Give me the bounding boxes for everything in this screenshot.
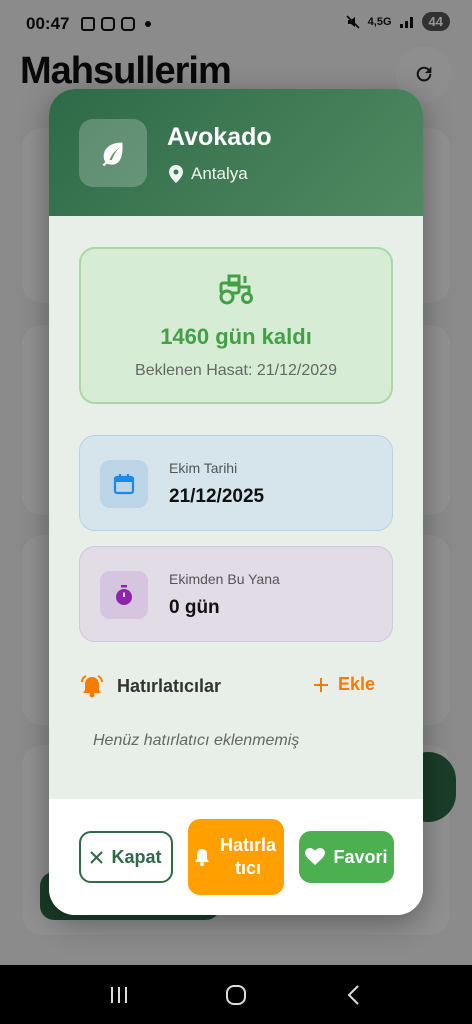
alarm-bell-icon [81, 675, 103, 698]
location-text: Antalya [191, 164, 248, 183]
plus-icon [313, 677, 328, 692]
reminder-label: Hatırlatıcı [219, 835, 277, 878]
heart-icon [305, 848, 326, 865]
back-icon [347, 984, 360, 1005]
home-icon [225, 984, 246, 1005]
days-since-value: 0 gün [169, 597, 220, 618]
favorite-label: Favori [333, 846, 388, 867]
tractor-icon [219, 274, 253, 305]
reminders-title: Hatırlatıcılar [117, 675, 222, 696]
dialog-header: Avokado Antalya [49, 89, 423, 216]
timer-icon [116, 585, 132, 605]
reminder-button[interactable]: Hatırlatıcı [188, 819, 284, 895]
days-since-planting-card: Ekimden Bu Yana 0 gün [79, 546, 393, 642]
dialog-footer: Kapat Hatırlatıcı Favori [49, 799, 423, 915]
harvest-countdown-card: 1460 gün kaldı Beklenen Hasat: 21/12/202… [79, 247, 393, 404]
close-label: Kapat [111, 846, 162, 867]
planting-date-label: Ekim Tarihi [169, 460, 238, 476]
location-pin-icon [169, 165, 183, 183]
calendar-icon [113, 474, 135, 495]
add-reminder-label: Ekle [337, 674, 375, 694]
favorite-button[interactable]: Favori [299, 831, 394, 883]
recent-apps-button[interactable] [99, 975, 139, 1015]
close-icon [90, 850, 104, 864]
bell-icon [195, 849, 209, 866]
system-nav-bar [0, 965, 472, 1024]
leaf-icon [102, 142, 123, 167]
days-since-label: Ekimden Bu Yana [169, 571, 280, 587]
days-remaining: 1460 gün kaldı [160, 324, 312, 349]
crop-detail-dialog: Avokado Antalya 1460 gün kaldı Beklenen … [49, 89, 423, 915]
back-button[interactable] [333, 975, 373, 1015]
recent-apps-icon [110, 986, 127, 1003]
crop-icon-container [79, 119, 147, 187]
calendar-icon-container [100, 460, 148, 508]
crop-name: Avokado [167, 123, 272, 151]
reminders-empty-text: Henüz hatırlatıcı eklenmemiş [93, 732, 300, 749]
planting-date-card: Ekim Tarihi 21/12/2025 [79, 435, 393, 531]
crop-location: Antalya [169, 164, 248, 184]
close-button[interactable]: Kapat [79, 831, 173, 883]
timer-icon-container [100, 571, 148, 619]
planting-date-value: 21/12/2025 [169, 486, 265, 507]
reminders-header: Hatırlatıcılar Ekle [79, 671, 393, 701]
home-button[interactable] [216, 975, 256, 1015]
add-reminder-button[interactable]: Ekle [313, 674, 375, 695]
expected-harvest-date: Beklenen Hasat: 21/12/2029 [135, 362, 337, 379]
